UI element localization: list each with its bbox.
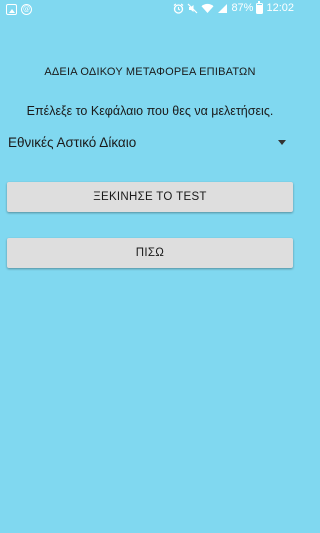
- chapter-dropdown[interactable]: Εθνικές Αστικό Δίκαιο: [8, 130, 288, 154]
- wifi-icon: [201, 3, 214, 13]
- signal-icon: [218, 3, 228, 13]
- alarm-icon: [174, 3, 184, 14]
- chapter-dropdown-value: Εθνικές Αστικό Δίκαιο: [8, 134, 137, 150]
- battery-icon: [256, 0, 264, 14]
- status-bar: @ 87% 12:02: [0, 0, 300, 20]
- at-sign-icon: @: [21, 4, 32, 15]
- back-button[interactable]: ΠΙΣΩ: [7, 238, 293, 268]
- mute-icon: [188, 3, 198, 13]
- image-icon: [6, 4, 17, 15]
- clock: 12:02: [266, 2, 294, 14]
- system-status: 87% 12:02: [173, 0, 294, 14]
- page-title: ΑΔΕΙΑ ΟΔΙΚΟΥ ΜΕΤΑΦΟΡΕΑ ΕΠΙΒΑΤΩΝ: [44, 66, 256, 78]
- dropdown-arrow-icon: [278, 139, 286, 145]
- battery-percent: 87%: [231, 2, 254, 14]
- chapter-prompt: Επέλεξε το Κεφάλαιο που θες να μελετήσει…: [26, 104, 274, 118]
- start-test-button[interactable]: ΞΕΚΙΝΗΣΕ ΤΟ TEST: [7, 182, 293, 212]
- notification-icons: @: [6, 4, 32, 15]
